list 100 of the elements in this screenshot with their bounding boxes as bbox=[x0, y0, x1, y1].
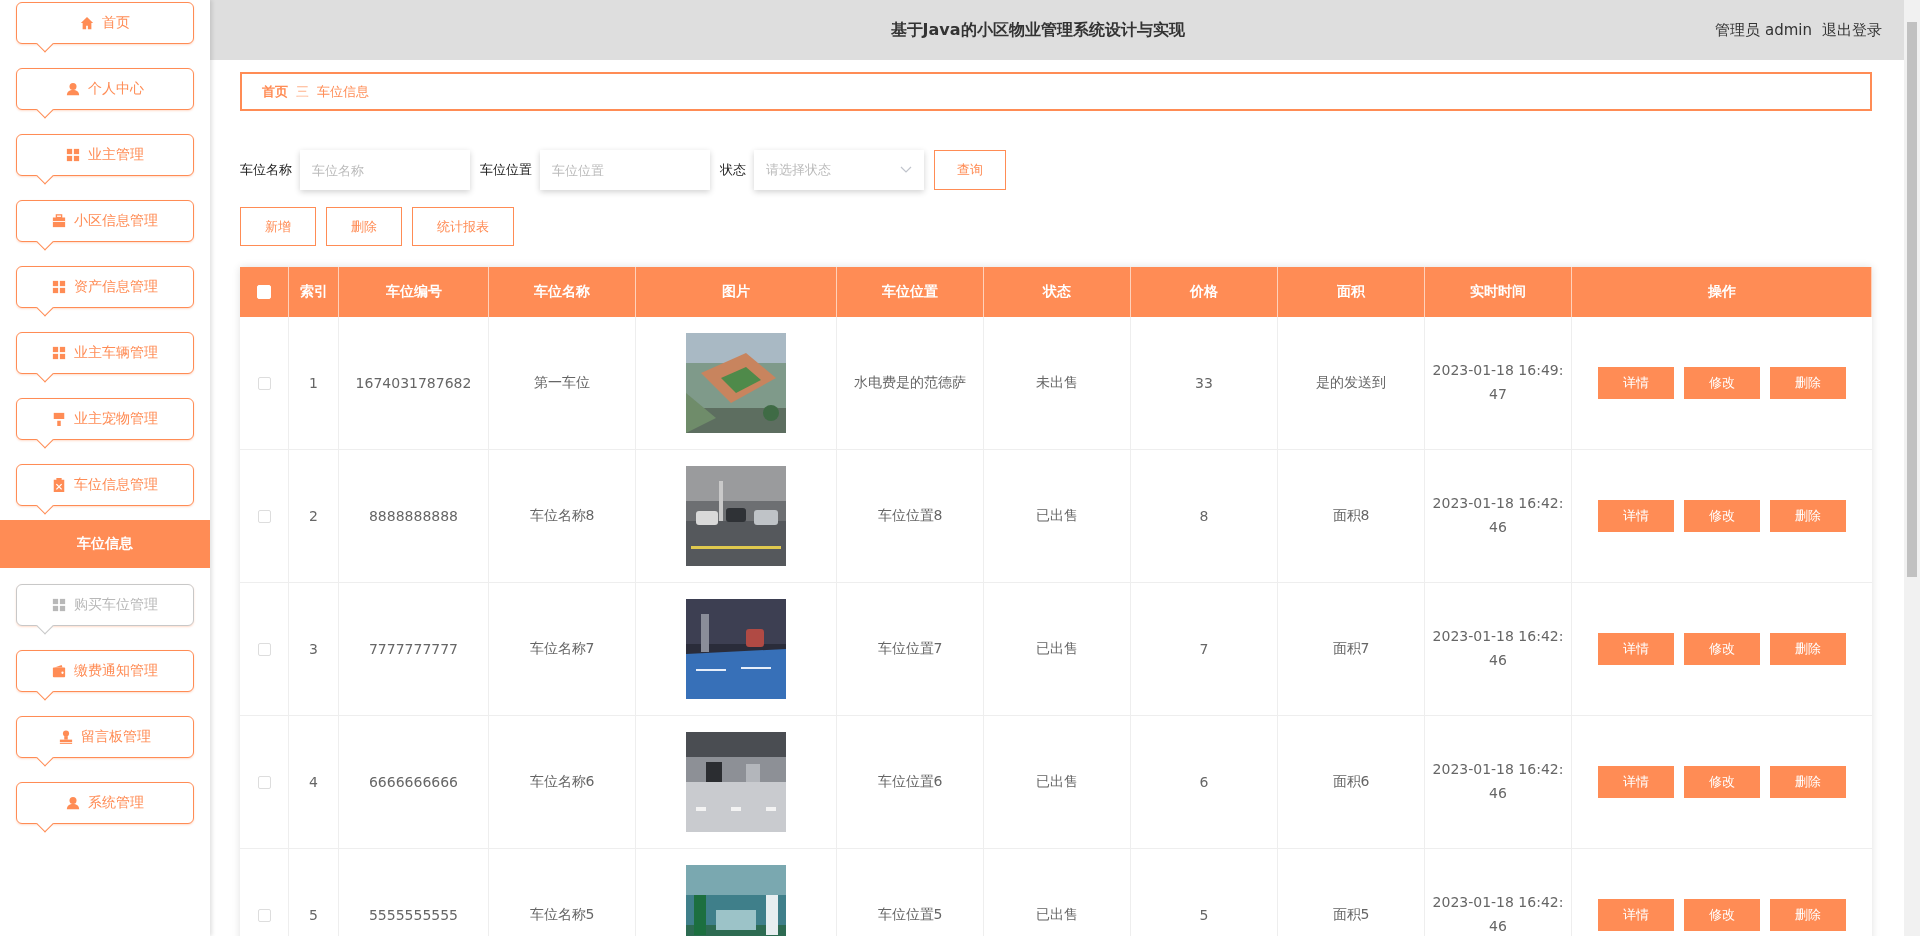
home-icon bbox=[80, 16, 94, 30]
field-label: 车位名称 bbox=[240, 161, 292, 179]
row-action-button[interactable]: 删除 bbox=[1770, 633, 1846, 665]
table-cell: 车位位置7 bbox=[877, 640, 943, 658]
table-cell: 面积6 bbox=[1332, 773, 1370, 791]
table-cell: 3 bbox=[309, 641, 318, 657]
column-header: 实时时间 bbox=[1425, 267, 1572, 317]
row-action-button[interactable]: 修改 bbox=[1684, 500, 1760, 532]
column-header: 状态 bbox=[984, 267, 1131, 317]
table-cell: 面积8 bbox=[1332, 507, 1370, 525]
grid-icon bbox=[66, 148, 80, 162]
table-cell: 5 bbox=[309, 907, 318, 923]
briefcase-icon bbox=[52, 214, 66, 228]
row-action-button[interactable]: 详情 bbox=[1598, 500, 1674, 532]
table-cell-text: 2023-01-18 16:42:46 bbox=[1431, 760, 1565, 803]
table-cell: 车位位置6 bbox=[877, 773, 943, 791]
column-header: 车位位置 bbox=[837, 267, 984, 317]
user-icon bbox=[66, 796, 80, 810]
table-cell: 面积5 bbox=[1332, 906, 1370, 924]
table-cell: 车位名称7 bbox=[529, 640, 595, 658]
column-header: 车位编号 bbox=[339, 267, 489, 317]
submenu-item[interactable]: 车位信息 bbox=[0, 520, 210, 568]
grid-icon bbox=[52, 280, 66, 294]
table-cell-text: 2023-01-18 16:42:46 bbox=[1431, 893, 1565, 936]
table-cell: 是的发送到 bbox=[1316, 374, 1386, 392]
table-cell: 已出售 bbox=[1036, 640, 1078, 658]
table-cell: 6 bbox=[1199, 774, 1209, 790]
action-button[interactable]: 新增 bbox=[240, 207, 316, 246]
row-action-button[interactable]: 详情 bbox=[1598, 766, 1674, 798]
breadcrumb-separator: 三 bbox=[296, 82, 309, 101]
row-action-button[interactable]: 删除 bbox=[1770, 899, 1846, 931]
table-cell: 7777777777 bbox=[368, 641, 459, 657]
user-icon bbox=[66, 82, 80, 96]
system-title: 基于Java的小区物业管理系统设计与实现 bbox=[889, 19, 1186, 41]
table-cell: 7 bbox=[1199, 641, 1209, 657]
select-all-checkbox[interactable] bbox=[257, 285, 271, 299]
table-cell: 1674031787682 bbox=[355, 375, 472, 391]
table-cell-text: 2023-01-18 16:42:46 bbox=[1431, 627, 1565, 670]
table-cell: 已出售 bbox=[1036, 773, 1078, 791]
action-button[interactable]: 删除 bbox=[326, 207, 402, 246]
table-cell: 1 bbox=[309, 375, 318, 391]
column-header: 图片 bbox=[636, 267, 837, 317]
logout-link[interactable]: 退出登录 bbox=[1822, 20, 1882, 40]
table-cell: 车位位置5 bbox=[877, 906, 943, 924]
row-checkbox[interactable] bbox=[257, 642, 271, 656]
row-action-button[interactable]: 详情 bbox=[1598, 367, 1674, 399]
clipboard-icon bbox=[52, 478, 66, 492]
column-header: 操作 bbox=[1572, 267, 1872, 317]
column-header: 车位名称 bbox=[489, 267, 636, 317]
table-cell: 车位名称8 bbox=[529, 507, 595, 525]
table-cell: 33 bbox=[1195, 375, 1213, 391]
row-action-button[interactable]: 删除 bbox=[1770, 766, 1846, 798]
table-cell: 第一车位 bbox=[534, 374, 590, 392]
grid-icon bbox=[52, 346, 66, 360]
table-cell: 8 bbox=[1199, 508, 1209, 524]
row-checkbox[interactable] bbox=[257, 509, 271, 523]
table-cell: 车位名称5 bbox=[529, 906, 595, 924]
user-name: 管理员 admin bbox=[1715, 20, 1812, 40]
row-action-button[interactable]: 删除 bbox=[1770, 500, 1846, 532]
table-cell: 5555555555 bbox=[368, 907, 459, 923]
brush-icon bbox=[52, 412, 66, 426]
table-cell: 已出售 bbox=[1036, 906, 1078, 924]
row-action-button[interactable]: 详情 bbox=[1598, 899, 1674, 931]
table-cell: 5 bbox=[1199, 907, 1209, 923]
row-action-button[interactable]: 修改 bbox=[1684, 633, 1760, 665]
stamp-icon bbox=[59, 730, 73, 744]
row-action-button[interactable]: 修改 bbox=[1684, 766, 1760, 798]
row-checkbox[interactable] bbox=[257, 775, 271, 789]
column-header: 价格 bbox=[1131, 267, 1278, 317]
table-cell: 4 bbox=[309, 774, 318, 790]
table-cell: 已出售 bbox=[1036, 507, 1078, 525]
table-cell: 水电费是的范德萨 bbox=[854, 374, 966, 392]
table-cell-text: 2023-01-18 16:42:46 bbox=[1431, 494, 1565, 537]
table-cell-text: 2023-01-18 16:49:47 bbox=[1431, 361, 1565, 404]
table-cell: 车位位置8 bbox=[877, 507, 943, 525]
row-action-button[interactable]: 详情 bbox=[1598, 633, 1674, 665]
row-checkbox[interactable] bbox=[257, 376, 271, 390]
field-label: 状态 bbox=[720, 161, 746, 179]
input-field[interactable]: 车位名称 bbox=[300, 150, 470, 190]
table-cell: 面积7 bbox=[1332, 640, 1370, 658]
status-select[interactable]: 请选择状态 bbox=[754, 150, 924, 190]
wallet-icon bbox=[52, 664, 66, 678]
grid-icon bbox=[52, 598, 66, 612]
field-label: 车位位置 bbox=[480, 161, 532, 179]
row-action-button[interactable]: 修改 bbox=[1684, 899, 1760, 931]
column-header: 索引 bbox=[289, 267, 339, 317]
row-checkbox[interactable] bbox=[257, 908, 271, 922]
chevron-down-icon bbox=[900, 166, 912, 174]
table-cell: 2 bbox=[309, 508, 318, 524]
breadcrumb-item: 车位信息 bbox=[317, 82, 369, 101]
table-cell: 车位名称6 bbox=[529, 773, 595, 791]
action-button[interactable]: 统计报表 bbox=[412, 207, 514, 246]
row-action-button[interactable]: 删除 bbox=[1770, 367, 1846, 399]
search-button[interactable]: 查询 bbox=[934, 150, 1006, 190]
table-cell: 未出售 bbox=[1036, 374, 1078, 392]
breadcrumb-item[interactable]: 首页 bbox=[262, 82, 288, 101]
table-cell: 8888888888 bbox=[368, 508, 459, 524]
scrollbar[interactable] bbox=[1904, 0, 1920, 936]
row-action-button[interactable]: 修改 bbox=[1684, 367, 1760, 399]
input-field[interactable]: 车位位置 bbox=[540, 150, 710, 190]
